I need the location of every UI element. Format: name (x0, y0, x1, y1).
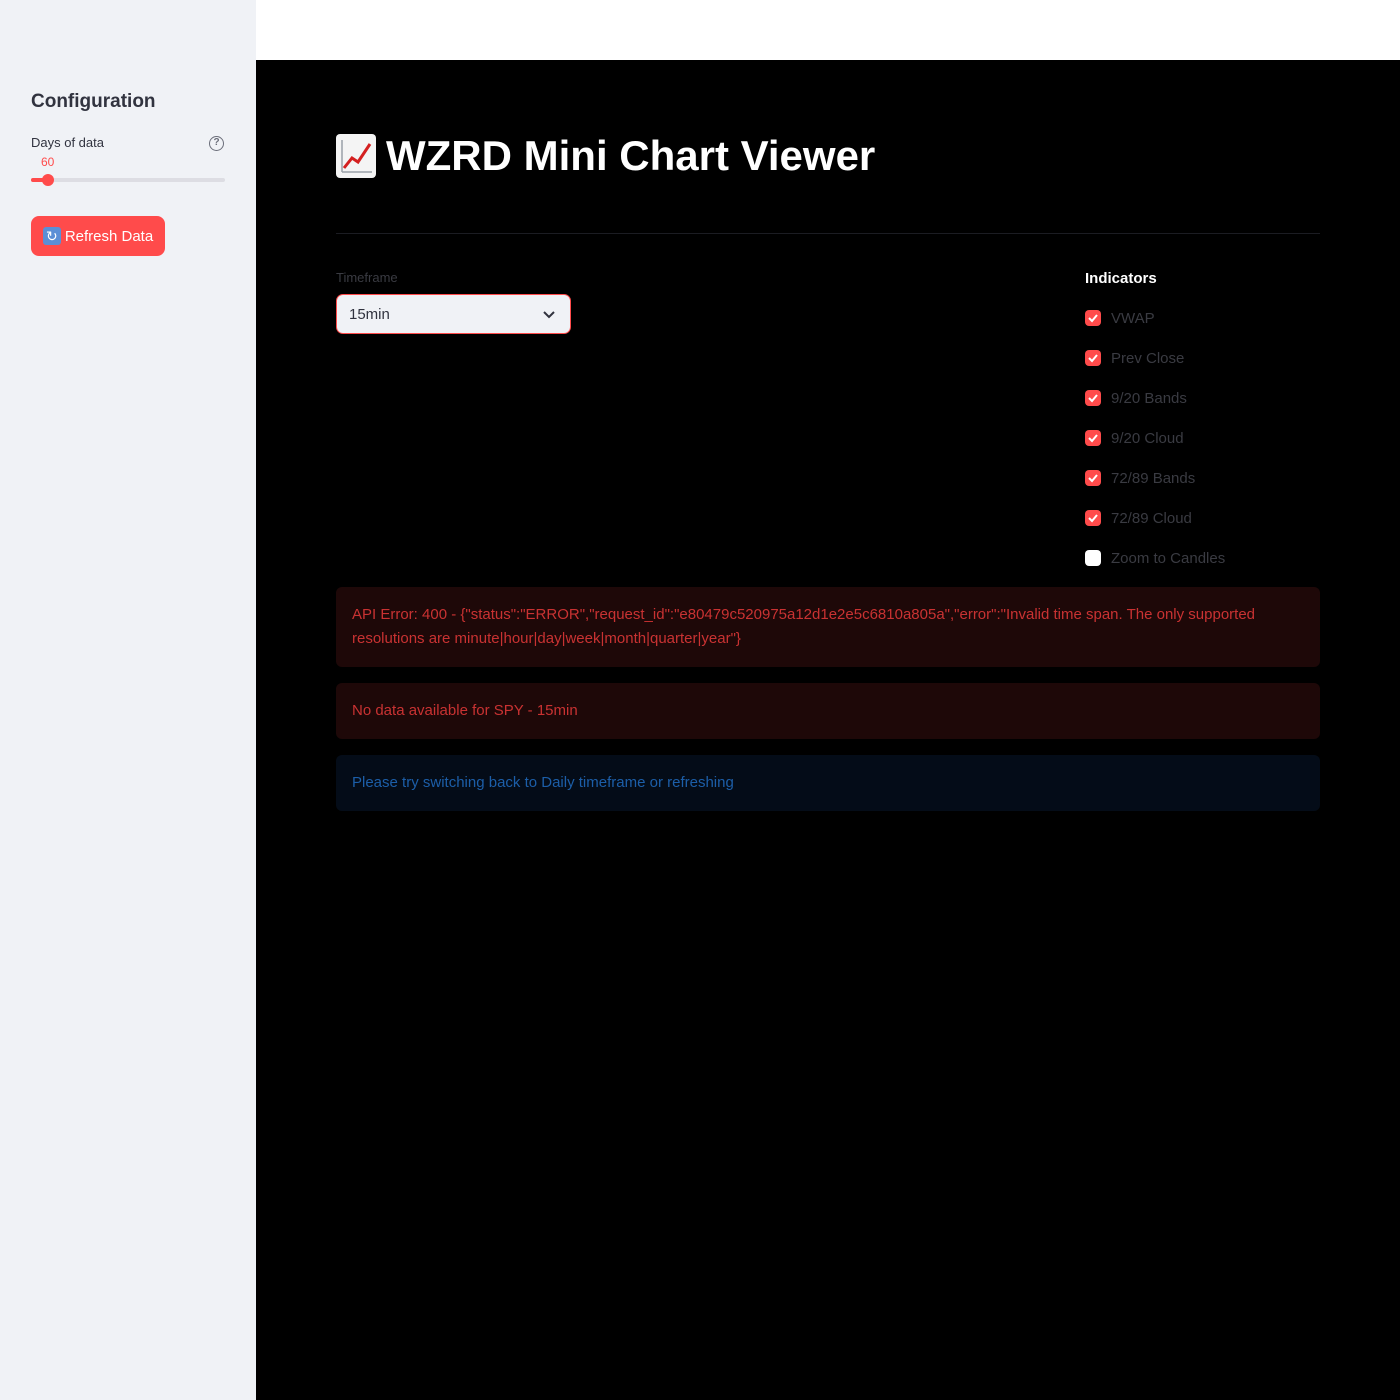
days-slider-label: Days of data (31, 135, 104, 150)
indicator-label: Prev Close (1111, 349, 1185, 367)
sidebar-title: Configuration (31, 91, 156, 112)
info-alert: Please try switching back to Daily timef… (336, 755, 1320, 811)
days-slider[interactable] (31, 174, 225, 186)
chart-increasing-icon (336, 134, 376, 178)
api-error-text: API Error: 400 - {"status":"ERROR","requ… (352, 606, 1256, 647)
page-title: WZRD Mini Chart Viewer (386, 132, 876, 179)
indicator-checkbox-item[interactable]: Prev Close (1085, 348, 1184, 368)
api-error-alert: API Error: 400 - {"status":"ERROR","requ… (336, 587, 1320, 667)
refresh-icon: ↻ (42, 227, 61, 245)
timeframe-selected-value: 15min (349, 305, 390, 323)
indicator-checkbox-item[interactable]: 9/20 Bands (1085, 388, 1187, 408)
indicator-label: 72/89 Cloud (1111, 509, 1192, 527)
main-content: WZRD Mini Chart Viewer Timeframe 15min I… (256, 60, 1400, 1400)
indicator-label: 72/89 Bands (1111, 469, 1196, 487)
chevron-down-icon (543, 311, 555, 319)
header-bar (256, 0, 1400, 60)
refresh-data-button[interactable]: ↻ Refresh Data (31, 216, 165, 256)
indicator-label: 9/20 Cloud (1111, 429, 1184, 447)
indicator-checkbox-item[interactable]: 72/89 Cloud (1085, 508, 1192, 528)
no-data-alert: No data available for SPY - 15min (336, 683, 1320, 739)
indicator-label: Zoom to Candles (1111, 549, 1226, 567)
title-row: WZRD Mini Chart Viewer (336, 132, 875, 180)
indicators-title: Indicators (1085, 270, 1157, 287)
timeframe-label: Timeframe (336, 270, 398, 285)
checkbox-checked-icon[interactable] (1085, 310, 1101, 326)
checkbox-checked-icon[interactable] (1085, 510, 1101, 526)
days-slider-thumb[interactable] (42, 174, 55, 186)
timeframe-select[interactable]: 15min (336, 294, 571, 334)
no-data-text: No data available for SPY - 15min (352, 702, 578, 719)
indicator-label: 9/20 Bands (1111, 389, 1187, 407)
divider (336, 233, 1320, 234)
indicator-checkbox-item[interactable]: VWAP (1085, 308, 1155, 328)
days-slider-value: 60 (41, 155, 55, 169)
checkbox-checked-icon[interactable] (1085, 390, 1101, 406)
indicator-checkbox-item[interactable]: 9/20 Cloud (1085, 428, 1184, 448)
indicator-checkbox-item[interactable]: 72/89 Bands (1085, 468, 1195, 488)
checkbox-checked-icon[interactable] (1085, 430, 1101, 446)
checkbox-unchecked-icon[interactable] (1085, 550, 1101, 566)
info-text: Please try switching back to Daily timef… (352, 774, 734, 791)
checkbox-checked-icon[interactable] (1085, 350, 1101, 366)
checkbox-checked-icon[interactable] (1085, 470, 1101, 486)
indicator-label: VWAP (1111, 309, 1155, 327)
help-icon[interactable]: ? (209, 136, 224, 151)
refresh-data-label: Refresh Data (64, 227, 154, 245)
sidebar: Configuration Days of data ? 60 ↻ Refres… (0, 0, 256, 1400)
indicator-checkbox-item[interactable]: Zoom to Candles (1085, 548, 1225, 568)
